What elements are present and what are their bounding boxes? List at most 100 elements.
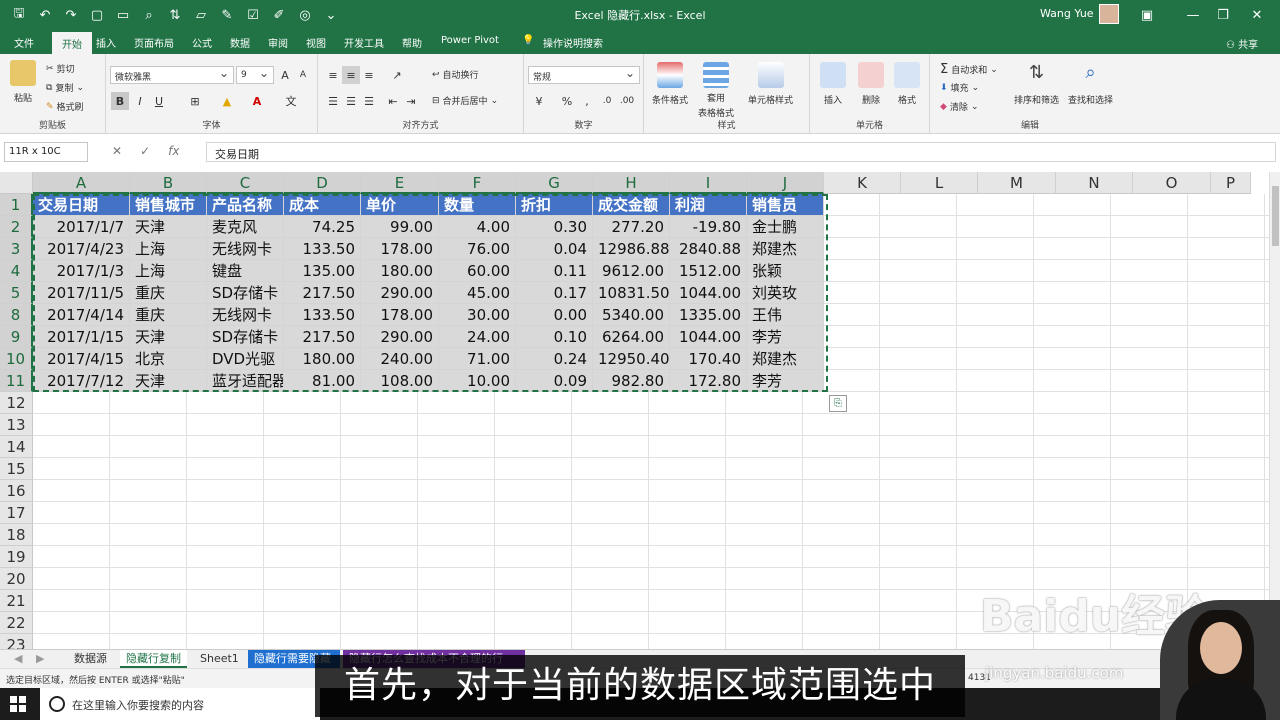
column-header-a[interactable]: A [33, 172, 130, 194]
table-cell[interactable]: 无线网卡 [207, 304, 284, 326]
table-cell[interactable]: 290.00 [361, 282, 439, 304]
tab-view[interactable]: 视图 [306, 34, 326, 51]
tell-me-search[interactable]: 操作说明搜索 [543, 34, 603, 51]
row-header-3[interactable]: 3 [0, 238, 33, 260]
row-header-5[interactable]: 5 [0, 282, 33, 304]
table-header-cell[interactable]: 销售城市 [130, 194, 207, 216]
column-header-d[interactable]: D [284, 172, 361, 194]
format-as-table-button[interactable]: 套用 表格格式 [698, 62, 734, 120]
currency-icon[interactable]: ¥ [530, 92, 548, 110]
table-cell[interactable]: 74.25 [284, 216, 361, 238]
table-header-cell[interactable]: 交易日期 [33, 194, 130, 216]
column-header-n[interactable]: N [1056, 172, 1133, 194]
tab-insert[interactable]: 插入 [96, 34, 116, 51]
user-name[interactable]: Wang Yue [1040, 7, 1094, 20]
select-all-corner[interactable] [0, 172, 33, 194]
cut-button[interactable]: ✂ 剪切 [46, 62, 75, 76]
table-cell[interactable]: 张颖 [747, 260, 824, 282]
table-cell[interactable]: 2017/1/15 [33, 326, 130, 348]
table-cell[interactable]: 135.00 [284, 260, 361, 282]
table-cell[interactable]: 麦克风 [207, 216, 284, 238]
column-header-k[interactable]: K [824, 172, 901, 194]
table-cell[interactable]: 178.00 [361, 238, 439, 260]
table-cell[interactable]: 0.04 [516, 238, 593, 260]
vertical-scrollbar[interactable] [1269, 172, 1280, 649]
row-header-11[interactable]: 11 [0, 370, 33, 392]
table-cell[interactable]: 1044.00 [670, 326, 747, 348]
table-cell[interactable]: 4.00 [439, 216, 516, 238]
close-icon[interactable]: ✕ [1234, 0, 1280, 30]
table-cell[interactable]: 郑建杰 [747, 348, 824, 370]
circle-icon[interactable]: ◎ [294, 5, 316, 25]
row-header-21[interactable]: 21 [0, 590, 33, 612]
table-cell[interactable]: 108.00 [361, 370, 439, 392]
table-cell[interactable]: 9612.00 [593, 260, 670, 282]
table-cell[interactable]: -19.80 [670, 216, 747, 238]
table-cell[interactable]: 0.17 [516, 282, 593, 304]
phonetic-icon[interactable]: 文 [282, 92, 300, 110]
font-size-select[interactable]: 9 [236, 66, 274, 84]
tab-review[interactable]: 审阅 [268, 34, 288, 51]
table-cell[interactable]: 30.00 [439, 304, 516, 326]
table-cell[interactable]: 0.10 [516, 326, 593, 348]
table-cell[interactable]: 81.00 [284, 370, 361, 392]
table-cell[interactable]: 2017/4/23 [33, 238, 130, 260]
table-cell[interactable]: 郑建杰 [747, 238, 824, 260]
row-header-20[interactable]: 20 [0, 568, 33, 590]
new-file-icon[interactable]: ▢ [86, 5, 108, 25]
table-header-cell[interactable]: 成交金额 [593, 194, 670, 216]
confirm-icon[interactable]: ✓ [140, 144, 150, 158]
underline-button[interactable]: U [150, 92, 168, 110]
column-header-h[interactable]: H [593, 172, 670, 194]
windows-start-icon[interactable] [10, 696, 26, 712]
row-header-15[interactable]: 15 [0, 458, 33, 480]
table-cell[interactable]: 5340.00 [593, 304, 670, 326]
table-cell[interactable]: 180.00 [284, 348, 361, 370]
table-header-cell[interactable]: 数量 [439, 194, 516, 216]
orientation-icon[interactable]: ↗ [388, 66, 406, 84]
open-folder-icon[interactable]: ▭ [112, 5, 134, 25]
table-cell[interactable]: 上海 [130, 260, 207, 282]
sheet-next-icon[interactable]: ▶ [30, 650, 50, 668]
table-cell[interactable]: 2840.88 [670, 238, 747, 260]
border-icon[interactable]: ⊞ [186, 92, 204, 110]
table-cell[interactable]: 6264.00 [593, 326, 670, 348]
table-cell[interactable]: 天津 [130, 370, 207, 392]
tab-page-layout[interactable]: 页面布局 [134, 34, 174, 51]
insert-function-icon[interactable]: fx [168, 144, 179, 158]
customize-qa-icon[interactable]: ⌄ [320, 5, 342, 25]
font-color-icon[interactable]: A [248, 92, 266, 110]
table-cell[interactable]: 45.00 [439, 282, 516, 304]
row-header-14[interactable]: 14 [0, 436, 33, 458]
taskbar-search-input[interactable]: 在这里输入你要搜索的内容 [40, 688, 320, 720]
row-header-16[interactable]: 16 [0, 480, 33, 502]
table-cell[interactable]: 71.00 [439, 348, 516, 370]
name-box[interactable]: 11R x 10C [4, 142, 88, 162]
table-cell[interactable]: 12950.40 [593, 348, 670, 370]
row-header-4[interactable]: 4 [0, 260, 33, 282]
row-header-2[interactable]: 2 [0, 216, 33, 238]
table-cell[interactable]: 133.50 [284, 304, 361, 326]
align-middle-icon[interactable]: ≡ [342, 66, 360, 84]
format-painter-button[interactable]: ✎ 格式刷 [46, 100, 84, 114]
column-header-b[interactable]: B [130, 172, 207, 194]
sheet-tab-datasource[interactable]: 数据源 [68, 650, 113, 668]
increase-decimal-icon[interactable]: .0 [598, 92, 616, 110]
table-cell[interactable]: 1044.00 [670, 282, 747, 304]
table-cell[interactable]: 12986.88 [593, 238, 670, 260]
row-header-8[interactable]: 8 [0, 304, 33, 326]
table-cell[interactable]: 2017/1/7 [33, 216, 130, 238]
table-cell[interactable]: 1335.00 [670, 304, 747, 326]
sheet-tab-sheet1[interactable]: Sheet1 [194, 650, 245, 668]
checkbox-icon[interactable]: ☑ [242, 5, 264, 25]
paste-button[interactable]: 粘贴 [10, 60, 36, 104]
percent-button[interactable]: % [558, 92, 576, 110]
tab-data[interactable]: 数据 [230, 34, 250, 51]
insert-cells-button[interactable]: 插入 [820, 62, 846, 106]
table-cell[interactable]: 99.00 [361, 216, 439, 238]
table-cell[interactable]: 172.80 [670, 370, 747, 392]
column-header-m[interactable]: M [978, 172, 1056, 194]
table-cell[interactable]: 0.30 [516, 216, 593, 238]
table-cell[interactable]: 天津 [130, 326, 207, 348]
table-cell[interactable]: 2017/1/3 [33, 260, 130, 282]
